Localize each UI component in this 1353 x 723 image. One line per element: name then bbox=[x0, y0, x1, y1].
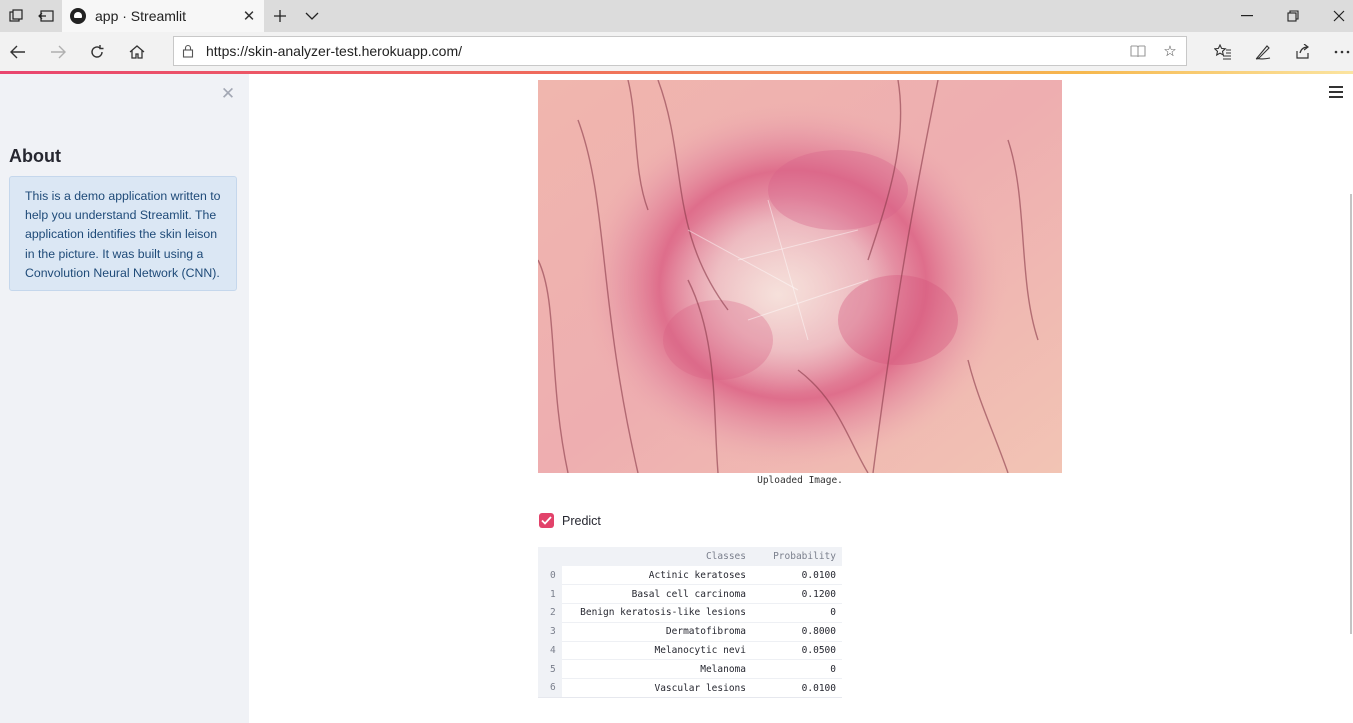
row-index: 4 bbox=[538, 641, 562, 660]
restore-icon[interactable] bbox=[1270, 0, 1316, 32]
row-index: 3 bbox=[538, 622, 562, 642]
active-tab[interactable]: app · Streamlit ✕ bbox=[62, 0, 264, 32]
main-content: Uploaded Image. Predict Classes Probabil… bbox=[249, 74, 1353, 723]
probability-cell: 0 bbox=[752, 603, 842, 623]
hamburger-menu-icon[interactable] bbox=[1329, 86, 1343, 100]
predict-checkbox[interactable]: Predict bbox=[539, 513, 601, 528]
row-index: 5 bbox=[538, 659, 562, 679]
class-cell: Benign keratosis-like lesions bbox=[562, 603, 752, 623]
more-icon[interactable] bbox=[1326, 36, 1353, 68]
table-row: 3 Dermatofibroma 0.8000 bbox=[538, 622, 842, 642]
set-aside-tabs-icon[interactable] bbox=[30, 0, 62, 32]
forward-arrow-icon[interactable] bbox=[42, 36, 74, 68]
probability-cell: 0.8000 bbox=[752, 622, 842, 642]
predict-label[interactable]: Predict bbox=[562, 514, 601, 528]
probability-cell: 0 bbox=[752, 659, 842, 680]
chevron-down-icon[interactable] bbox=[296, 0, 328, 32]
sidebar-heading: About bbox=[9, 146, 61, 166]
prediction-table: Classes Probability 0 Actinic keratoses … bbox=[538, 547, 842, 699]
pen-icon[interactable] bbox=[1247, 36, 1279, 68]
streamlit-logo-icon bbox=[70, 8, 86, 24]
url-text[interactable]: https://skin-analyzer-test.herokuapp.com… bbox=[202, 43, 1122, 59]
image-caption: Uploaded Image. bbox=[757, 475, 843, 486]
tab-overview-icon[interactable] bbox=[0, 0, 32, 32]
table-row: 4 Melanocytic nevi 0.0500 bbox=[538, 641, 842, 661]
table-row: 6 Vascular lesions 0.0100 bbox=[538, 678, 842, 699]
refresh-icon[interactable] bbox=[81, 36, 113, 68]
row-index: 2 bbox=[538, 603, 562, 623]
probability-cell: 0.0100 bbox=[752, 678, 842, 699]
probability-cell: 0.0500 bbox=[752, 641, 842, 661]
class-cell: Melanocytic nevi bbox=[562, 641, 752, 661]
class-cell: Actinic keratoses bbox=[562, 566, 752, 586]
class-cell: Dermatofibroma bbox=[562, 622, 752, 642]
favorite-star-icon[interactable]: ☆ bbox=[1154, 42, 1186, 60]
uploaded-image bbox=[538, 80, 1062, 473]
close-tab-icon[interactable]: ✕ bbox=[234, 7, 264, 25]
info-box: This is a demo application written to he… bbox=[9, 176, 237, 291]
row-index: 1 bbox=[538, 584, 562, 604]
table-row: 2 Benign keratosis-like lesions 0 bbox=[538, 603, 842, 623]
class-cell: Melanoma bbox=[562, 659, 752, 680]
table-row: 0 Actinic keratoses 0.0100 bbox=[538, 566, 842, 586]
class-cell: Basal cell carcinoma bbox=[562, 584, 752, 605]
address-bar[interactable]: https://skin-analyzer-test.herokuapp.com… bbox=[173, 36, 1187, 66]
share-icon[interactable] bbox=[1286, 36, 1318, 68]
lock-icon[interactable] bbox=[174, 44, 202, 58]
column-header-classes[interactable]: Classes bbox=[562, 547, 752, 566]
sidebar: ✕ About This is a demo application writt… bbox=[0, 74, 249, 723]
checkmark-icon[interactable] bbox=[539, 513, 554, 528]
favorites-icon[interactable] bbox=[1207, 36, 1239, 68]
table-header-row: Classes Probability bbox=[538, 547, 842, 566]
column-header-probability[interactable]: Probability bbox=[752, 547, 842, 566]
browser-tab-bar: app · Streamlit ✕ bbox=[0, 0, 1353, 32]
table-row: 1 Basal cell carcinoma 0.1200 bbox=[538, 584, 842, 605]
browser-nav-bar: https://skin-analyzer-test.herokuapp.com… bbox=[0, 32, 1353, 72]
row-index: 0 bbox=[538, 566, 562, 585]
close-sidebar-icon[interactable]: ✕ bbox=[218, 84, 238, 104]
tab-title: app · Streamlit bbox=[95, 8, 187, 24]
index-header bbox=[538, 547, 562, 566]
table-row: 5 Melanoma 0 bbox=[538, 659, 842, 680]
close-window-icon[interactable] bbox=[1316, 0, 1353, 32]
scrollbar[interactable] bbox=[1350, 194, 1352, 634]
minimize-icon[interactable] bbox=[1224, 0, 1270, 32]
probability-cell: 0.0100 bbox=[752, 566, 842, 586]
home-icon[interactable] bbox=[121, 36, 153, 68]
probability-cell: 0.1200 bbox=[752, 584, 842, 605]
new-tab-icon[interactable] bbox=[264, 0, 296, 32]
class-cell: Vascular lesions bbox=[562, 678, 752, 699]
row-index: 6 bbox=[538, 678, 562, 699]
reading-view-icon[interactable] bbox=[1122, 44, 1154, 58]
back-arrow-icon[interactable] bbox=[2, 36, 34, 68]
